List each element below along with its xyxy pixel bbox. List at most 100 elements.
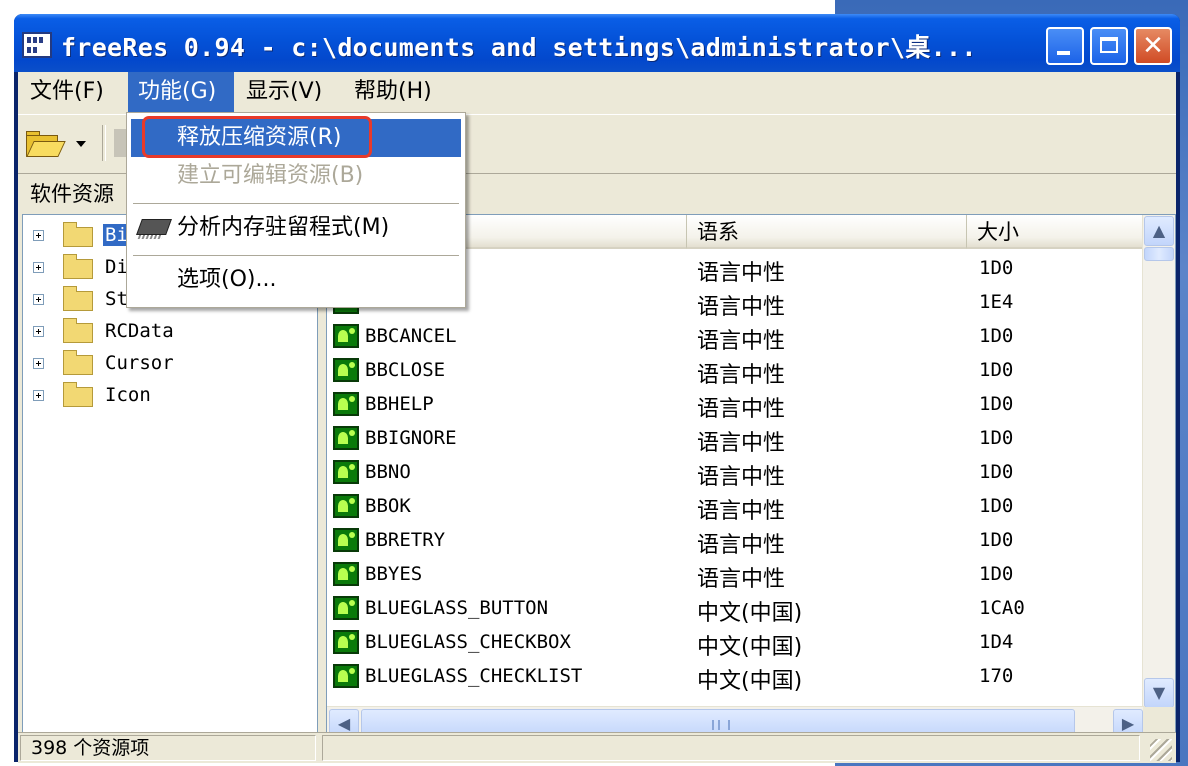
row-language: 中文(中国) [697,601,803,626]
row-size: 1D0 [979,359,1014,381]
row-size: 1D0 [979,529,1014,551]
row-language: 语言中性 [697,533,786,558]
row-language: 语言中性 [697,329,786,354]
list-row[interactable]: BBHELP 语言中性 1D0 [327,387,1147,422]
expand-icon[interactable] [33,294,44,305]
list-row[interactable]: BLUEGLASS_CHECKLIST 中文(中国) 170 [327,659,1147,694]
folder-icon [63,350,93,375]
resource-panel-label: 软件资源 [30,182,114,206]
menu-view[interactable]: 显示(V) [236,72,332,112]
grip-icon [712,720,730,730]
bitmap-resource-icon [333,494,359,518]
status-bar: 398 个资源项 [18,732,1176,763]
menu-file[interactable]: 文件(F) [20,72,114,112]
list-row[interactable]: BLUEGLASS_BUTTON 中文(中国) 1CA0 [327,591,1147,626]
bitmap-resource-icon [333,596,359,620]
open-folder-icon-front [26,141,66,157]
list-row[interactable]: BBNO 语言中性 1D0 [327,455,1147,490]
expand-icon[interactable] [33,326,44,337]
menu-help[interactable]: 帮助(H) [344,72,442,112]
row-language: 中文(中国) [697,669,803,694]
open-dropdown-arrow-icon[interactable] [76,141,86,147]
folder-icon [63,222,93,247]
row-size: 1CA0 [979,597,1025,619]
expand-icon[interactable] [33,262,44,273]
close-button[interactable]: ✕ [1134,27,1172,65]
row-size: 170 [979,665,1014,687]
app-icon[interactable] [22,32,52,58]
row-name: BBCANCEL [365,325,457,347]
row-language: 语言中性 [697,431,786,456]
scroll-down-icon[interactable]: ▼ [1144,678,1174,708]
bitmap-resource-icon [333,528,359,552]
bitmap-resource-icon [333,562,359,586]
bitmap-resource-icon [333,460,359,484]
vertical-scrollbar[interactable]: ▲ ▼ [1142,215,1175,709]
list-row[interactable]: BBIGNORE 语言中性 1D0 [327,421,1147,456]
folder-icon [63,286,93,311]
folder-icon [63,318,93,343]
row-size: 1D0 [979,427,1014,449]
maximize-button[interactable] [1090,27,1128,65]
tree-item-rcdata[interactable]: RCData [23,317,313,349]
list-row[interactable]: BBOK 语言中性 1D0 [327,489,1147,524]
list-row[interactable]: BLUEGLASS_CHECKBOX 中文(中国) 1D4 [327,625,1147,660]
bitmap-resource-icon [333,630,359,654]
list-row[interactable]: BBRETRY 语言中性 1D0 [327,523,1147,558]
row-language: 语言中性 [697,567,786,592]
menu-item-analyze-memory-resident[interactable]: 分析内存驻留程式(M) [131,209,461,247]
row-name: BBOK [365,495,411,517]
status-right-panel [322,735,1140,761]
row-size: 1D0 [979,563,1014,585]
row-size: 1D0 [979,495,1014,517]
row-name: BBIGNORE [365,427,457,449]
bitmap-resource-icon [333,358,359,382]
folder-icon [63,382,93,407]
menu-function[interactable]: 功能(G) [128,72,234,112]
row-size: 1D0 [979,461,1014,483]
scroll-up-icon[interactable]: ▲ [1144,216,1174,246]
menu-bar: 文件(F) 功能(G) 显示(V) 帮助(H) [18,72,1176,112]
bitmap-resource-icon [333,664,359,688]
expand-icon[interactable] [33,390,44,401]
minimize-button[interactable] [1046,27,1084,65]
expand-icon[interactable] [33,358,44,369]
list-row[interactable]: BBCLOSE 语言中性 1D0 [327,353,1147,388]
memory-chip-icon [136,219,172,235]
row-language: 语言中性 [697,295,786,320]
title-bar[interactable]: freeRes 0.94 - c:\documents and settings… [14,14,1180,72]
tree-item-icon[interactable]: Icon [23,381,313,413]
column-header-language[interactable]: 语系 [687,215,967,249]
row-size: 1D4 [979,631,1014,653]
open-folder-button[interactable] [24,129,66,157]
row-language: 语言中性 [697,397,786,422]
row-size: 1D0 [979,257,1014,279]
column-header-size[interactable]: 大小 [967,215,1145,249]
menu-item-build-editable-resources: 建立可编辑资源(B) [177,163,364,188]
row-name: BBYES [365,563,423,585]
row-language: 中文(中国) [697,635,803,660]
row-name: BBCLOSE [365,359,446,381]
menu-item-options[interactable]: 选项(O)... [131,261,461,299]
toolbar-separator [102,125,106,161]
menu-separator [133,203,459,204]
resize-grip-icon[interactable] [1150,739,1172,761]
list-row[interactable]: BBYES 语言中性 1D0 [327,557,1147,592]
tree-item-cursor[interactable]: Cursor [23,349,313,381]
list-row[interactable]: BBCANCEL 语言中性 1D0 [327,319,1147,354]
highlight-callout-box [142,116,372,158]
row-language: 语言中性 [697,261,786,286]
vertical-scroll-thumb[interactable] [1144,247,1174,261]
minimize-icon [1057,51,1070,55]
bitmap-resource-icon [333,392,359,416]
row-language: 语言中性 [697,499,786,524]
desktop-left-strip [0,0,14,766]
row-name: BBRETRY [365,529,446,551]
row-name: BLUEGLASS_CHECKBOX [365,631,571,653]
folder-icon [63,254,93,279]
menu-separator [133,255,459,256]
expand-icon[interactable] [33,230,44,241]
maximize-icon [1100,37,1118,53]
row-size: 1E4 [979,291,1014,313]
row-name: BBNO [365,461,411,483]
